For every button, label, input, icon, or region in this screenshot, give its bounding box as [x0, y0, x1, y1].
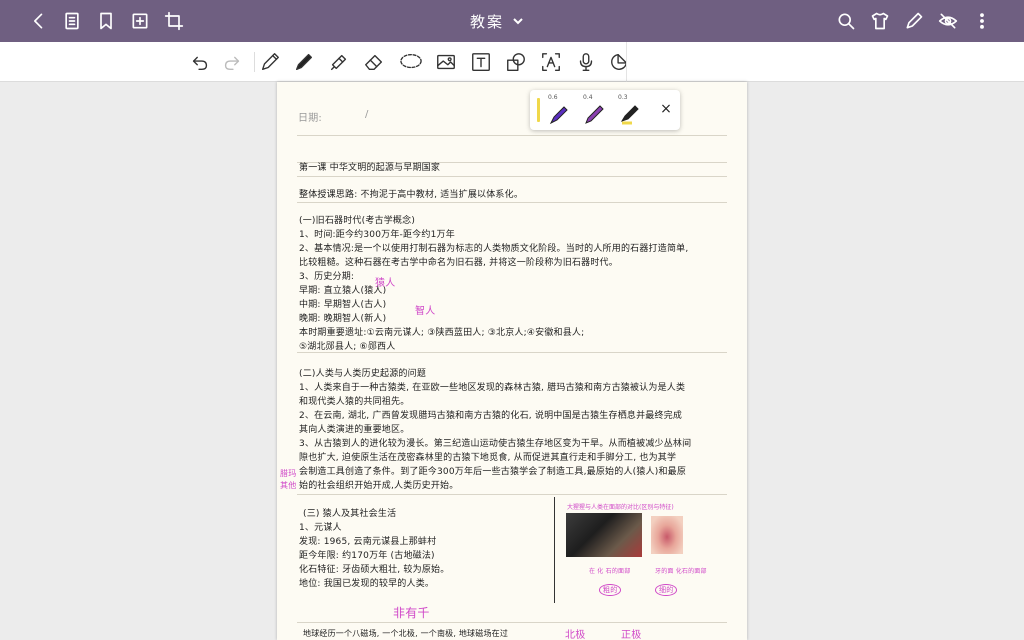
pen-tool-icon[interactable]: [292, 50, 316, 74]
figure-caption: 大猩猩与人类在面部的对比(区别与特征): [567, 504, 674, 511]
marker-icon: [549, 106, 568, 125]
date-separator: /: [365, 109, 369, 120]
back-icon[interactable]: [27, 9, 51, 33]
hide-eye-icon[interactable]: [936, 9, 960, 33]
microphone-icon[interactable]: [574, 50, 598, 74]
section-heading-2: (二)人类与人类历史起源的问题: [299, 369, 427, 379]
note-line: 隙也扩大, 迫使原生活在茂密森林里的古猿下地觅食, 从而促进其直行走和手脚分工,…: [299, 453, 677, 463]
note-line: 1、元谋人: [299, 523, 342, 533]
annotation-apes-1: 腊玛: [280, 469, 297, 478]
notebook-page[interactable]: 日期: / 第一课 中华文明的起源与早期国家 整体授课思路: 不拘泥于高中教材,…: [277, 82, 747, 640]
section-heading-3: (三) 猿人及其社会生活: [303, 509, 397, 519]
note-line: 地位: 我国已发现的较早的人类。: [299, 579, 435, 589]
tools-bar: [0, 42, 1024, 82]
highlighter-tool-icon[interactable]: [327, 50, 351, 74]
ruled-line: [297, 202, 727, 203]
note-line: 中期: 早期智人(古人): [299, 300, 387, 310]
note-line: 发现: 1965, 云南元谋县上那蚌村: [299, 537, 437, 547]
note-line: 和现代类人猿的共同祖先。: [299, 397, 410, 407]
note-line: 其向人类演进的重要地区。: [299, 425, 410, 435]
note-line: 晚期: 晚期智人(新人): [299, 314, 387, 324]
pencil-icon[interactable]: [902, 9, 926, 33]
text-tool-icon[interactable]: [469, 50, 493, 74]
date-label: 日期:: [298, 113, 322, 124]
teaching-approach: 整体授课思路: 不拘泥于高中教材, 适当扩展以体系化。: [299, 190, 524, 200]
human-mouth-photo[interactable]: [651, 516, 683, 554]
ruled-line: [297, 176, 727, 177]
redo-icon[interactable]: [220, 50, 244, 74]
note-line: 比较粗糙。这种石器在考古学中命名为旧石器, 并将这一阶段称为旧石器时代。: [299, 258, 618, 268]
annotation-zhiren: 智人: [415, 306, 436, 317]
toolbar-divider: [254, 52, 255, 72]
document-list-icon[interactable]: [60, 9, 84, 33]
image-tool-icon[interactable]: [434, 50, 458, 74]
pen-preset-3[interactable]: 0.3: [616, 94, 644, 126]
lasso-tool-icon[interactable]: [397, 50, 425, 74]
shape-tool-icon[interactable]: [504, 50, 528, 74]
annotation-south: 正极: [621, 630, 642, 640]
pen-size-label: 0.4: [583, 94, 593, 101]
toolbar-separator: [626, 42, 627, 82]
note-line: 2、在云南, 湖北, 广西曾发现腊玛古猿和南方古猿的化石, 说明中国是古猿生存栖…: [299, 411, 683, 421]
add-page-icon[interactable]: [128, 9, 152, 33]
ruled-line: [297, 622, 727, 623]
gorilla-photo[interactable]: [566, 513, 642, 557]
note-line: 2、基本情况:是一个以使用打制石器为标志的人类物质文化阶段。当时的人所用的石器打…: [299, 244, 689, 254]
document-title-dropdown[interactable]: 教案: [470, 11, 524, 31]
annotation-ape-man: 猿人: [375, 278, 396, 289]
top-bar: 教案: [0, 0, 1024, 42]
note-line: 1、人类来自于一种古猿类, 在亚欧一些地区发现的森林古猿, 腊玛古猿和南方古猿被…: [299, 383, 686, 393]
annotation-north: 北极: [565, 630, 586, 640]
close-icon[interactable]: ×: [658, 101, 674, 119]
theme-shirt-icon[interactable]: [868, 9, 892, 33]
ruled-line: [297, 494, 727, 495]
figure-circle-2: 细的: [655, 584, 678, 596]
eraser-tool-icon[interactable]: [362, 50, 386, 74]
text-recognition-icon[interactable]: [539, 50, 563, 74]
pen-size-label: 0.6: [548, 94, 558, 101]
figure-circle-1: 粗的: [599, 584, 622, 596]
chevron-down-icon: [513, 18, 523, 25]
note-line: 地球经历一个八磁场, 一个北极, 一个南极, 地球磁场在过: [303, 629, 509, 638]
note-line: 早期: 直立猿人(猿人): [299, 286, 387, 296]
note-line: 距今年限: 约170万年 (古地磁法): [299, 551, 435, 561]
note-line: 化石特征: 牙齿硕大粗壮, 较为原始。: [299, 565, 450, 575]
current-color-indicator: [537, 98, 540, 122]
more-options-icon[interactable]: [970, 9, 994, 33]
note-line: 3、从古猿到人的进化较为漫长。第三纪造山运动使古猿生存地区变为干旱。从而植被减少…: [299, 439, 692, 449]
annotation-apes-2: 其他: [280, 481, 297, 490]
ruled-line: [297, 352, 727, 353]
ruled-line: [297, 135, 727, 136]
pen-icon: [585, 105, 604, 124]
undo-icon[interactable]: [188, 50, 212, 74]
figure-note-1: 在 化 石的面部: [589, 568, 631, 575]
lesson-title: 第一课 中华文明的起源与早期国家: [299, 163, 441, 173]
section-heading-1: (一)旧石器时代(考古学概念): [299, 216, 416, 226]
annotation-paleomagnetic: 非有千: [393, 606, 430, 620]
figure-divider: [554, 497, 555, 603]
document-title: 教案: [470, 12, 505, 31]
figure-note-2: 牙的面 化石的面部: [655, 568, 707, 575]
note-line: 始的社会组织开始开成,人类历史开始。: [299, 481, 459, 491]
pen-preset-1[interactable]: 0.6: [546, 94, 574, 126]
pen-size-label: 0.3: [618, 94, 628, 101]
note-line: 会制造工具创造了条件。到了距今300万年后一些古猿学会了制造工具,最原始的人(猿…: [299, 467, 687, 477]
highlighter-icon: [620, 105, 639, 125]
note-line: 本时期重要遗址:①云南元谋人; ③陕西蓝田人; ③北京人;④安徽和县人;: [299, 328, 585, 338]
note-line: 1、时间:距今约300万年-距今约1万年: [299, 230, 455, 240]
sticker-icon[interactable]: [607, 50, 631, 74]
pencil-tool-icon[interactable]: [258, 50, 282, 74]
pen-palette-popup: 0.6 0.4 0.3 ×: [530, 90, 680, 130]
pen-preset-2[interactable]: 0.4: [581, 94, 609, 126]
bookmark-icon[interactable]: [94, 9, 118, 33]
crop-icon[interactable]: [162, 9, 186, 33]
note-line: ⑤湖北郧县人; ⑥郧西人: [299, 342, 396, 352]
search-icon[interactable]: [834, 9, 858, 33]
note-line: 3、历史分期:: [299, 272, 355, 282]
